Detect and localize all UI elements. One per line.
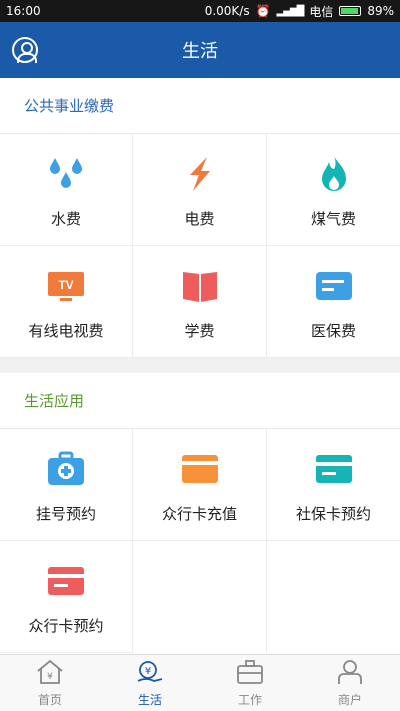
battery-icon — [339, 6, 362, 16]
tab-label: 首页 — [37, 692, 62, 707]
tab-label: 商户 — [337, 692, 362, 707]
book-icon — [180, 266, 220, 306]
svg-text:TV: TV — [58, 278, 73, 292]
status-bar: 16:00 0.00K/s ⏰ ▂▄▆█ 电信 89% — [0, 0, 400, 22]
grid-item-label: 医保费 — [310, 322, 356, 340]
svg-text:¥: ¥ — [47, 672, 53, 682]
user-profile-icon[interactable] — [12, 37, 38, 63]
water-drops-icon — [46, 154, 86, 194]
network-speed: 0.00K/s — [204, 4, 250, 18]
grid-item-label: 学费 — [184, 322, 215, 340]
person-icon — [336, 659, 364, 689]
grid-item-label: 煤气费 — [310, 210, 356, 228]
grid-item-water-bill[interactable]: 水费 — [0, 134, 133, 246]
medical-kit-icon — [46, 449, 86, 489]
alarm-icon: ⏰ — [255, 4, 271, 18]
grid-item-label: 社保卡预约 — [295, 505, 371, 523]
grid-item-social-security-appointment[interactable]: 社保卡预约 — [267, 429, 400, 541]
flame-icon — [314, 154, 354, 194]
life-apps-grid: 挂号预约 众行卡充值 社保卡预约 众行卡预约 — [0, 429, 400, 653]
grid-item-tuition[interactable]: 学费 — [133, 246, 267, 358]
signal-icon: ▂▄▆█ — [276, 5, 305, 17]
grid-item-electricity-bill[interactable]: 电费 — [133, 134, 267, 246]
grid-item-label: 众行卡预约 — [28, 617, 104, 635]
tab-home[interactable]: ¥ 首页 — [0, 655, 100, 711]
life-yen-icon: ¥ — [136, 659, 164, 689]
tab-life[interactable]: ¥ 生活 — [100, 655, 200, 711]
status-right: 0.00K/s ⏰ ▂▄▆█ 电信 89% — [205, 3, 394, 20]
carrier-name: 电信 — [309, 4, 334, 19]
briefcase-icon — [236, 659, 264, 689]
card-icon — [314, 266, 354, 306]
card-icon — [314, 449, 354, 489]
grid-item-label: 挂号预约 — [35, 505, 96, 523]
tab-label: 工作 — [237, 692, 262, 707]
tab-work[interactable]: 工作 — [200, 655, 300, 711]
card-icon — [46, 561, 86, 601]
public-utilities-section: 公共事业缴费 水费 电费 煤气费 TV 有线电视费 学费 医保费 — [0, 78, 400, 358]
tab-merchant[interactable]: 商户 — [300, 655, 400, 711]
grid-item-medical-insurance[interactable]: 医保费 — [267, 246, 400, 358]
grid-item-registration-appointment[interactable]: 挂号预约 — [0, 429, 133, 541]
battery-percent: 89% — [367, 4, 394, 18]
tv-icon: TV — [46, 266, 86, 306]
bottom-tab-bar: ¥ 首页 ¥ 生活 工作 商户 — [0, 654, 400, 711]
card-icon — [180, 449, 220, 489]
grid-item-label: 众行卡充值 — [161, 505, 237, 523]
lightning-icon — [180, 154, 220, 194]
page-title: 生活 — [182, 41, 218, 62]
life-apps-section: 生活应用 挂号预约 众行卡充值 社保卡预约 众行卡预约 — [0, 373, 400, 654]
grid-item-card-recharge[interactable]: 众行卡充值 — [133, 429, 267, 541]
grid-empty-cell — [267, 541, 400, 653]
tab-label: 生活 — [137, 692, 162, 707]
section-title-life-apps: 生活应用 — [0, 373, 400, 429]
grid-item-label: 有线电视费 — [28, 322, 104, 340]
section-title-public-utilities: 公共事业缴费 — [0, 78, 400, 134]
grid-item-cable-tv-bill[interactable]: TV 有线电视费 — [0, 246, 133, 358]
grid-item-label: 水费 — [50, 210, 81, 228]
grid-item-card-appointment[interactable]: 众行卡预约 — [0, 541, 133, 653]
grid-item-label: 电费 — [184, 210, 215, 228]
status-time: 16:00 — [6, 4, 41, 18]
grid-empty-cell — [133, 541, 267, 653]
home-icon: ¥ — [36, 659, 64, 689]
app-header: 生活 — [0, 22, 400, 78]
grid-item-gas-bill[interactable]: 煤气费 — [267, 134, 400, 246]
public-utilities-grid: 水费 电费 煤气费 TV 有线电视费 学费 医保费 — [0, 134, 400, 358]
svg-text:¥: ¥ — [145, 666, 151, 677]
